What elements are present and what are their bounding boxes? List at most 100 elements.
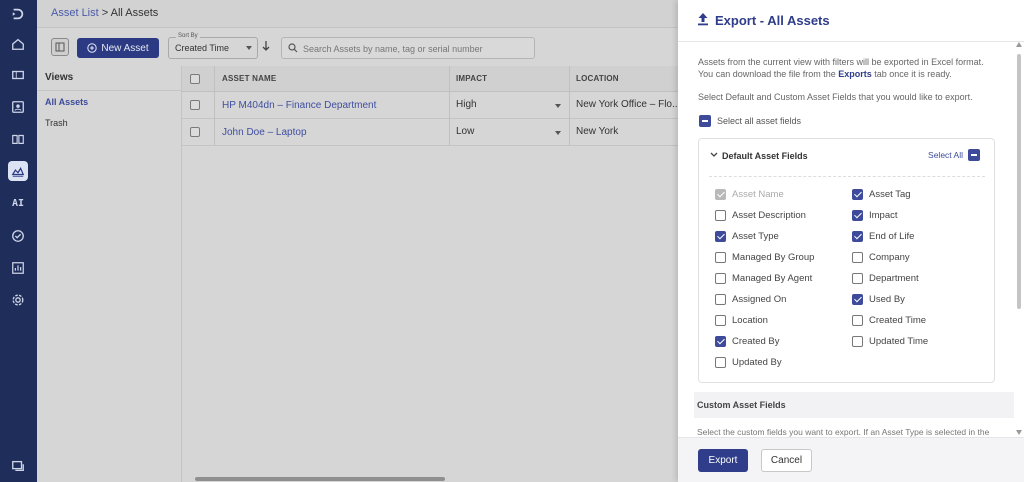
row-checkbox[interactable] <box>190 127 200 137</box>
ai-icon[interactable]: AI <box>8 193 28 213</box>
chevron-down-icon[interactable] <box>555 131 561 135</box>
field-managed-by-group[interactable]: Managed By Group <box>715 252 814 263</box>
field-asset-type[interactable]: Asset Type <box>715 231 779 242</box>
left-nav-rail: AI <box>0 0 37 482</box>
default-fields-title[interactable]: Default Asset Fields <box>722 151 808 161</box>
sort-by-value: Created Time <box>175 43 230 53</box>
drawer-body: Assets from the current view with filter… <box>678 42 1024 437</box>
field-checkbox[interactable] <box>852 336 863 347</box>
breadcrumb-current: All Assets <box>110 7 159 19</box>
horizontal-scrollbar[interactable] <box>185 476 675 482</box>
home-icon[interactable] <box>8 34 28 54</box>
select-all-rows-checkbox[interactable] <box>190 74 200 84</box>
view-item-all-assets[interactable]: All Assets <box>45 97 88 107</box>
field-checkbox[interactable] <box>715 315 726 326</box>
drawer-scrollbar[interactable] <box>1014 42 1024 437</box>
chat-icon[interactable] <box>8 456 28 476</box>
column-divider <box>449 92 450 119</box>
export-button[interactable]: Export <box>698 449 748 472</box>
row-checkbox[interactable] <box>190 100 200 110</box>
scroll-up-arrow-icon[interactable] <box>1016 42 1022 47</box>
field-checkbox[interactable] <box>715 336 726 347</box>
field-company[interactable]: Company <box>852 252 910 263</box>
location-value[interactable]: New York <box>576 126 618 137</box>
export-intro-text: Assets from the current view with filter… <box>698 56 998 80</box>
cancel-button[interactable]: Cancel <box>761 449 812 472</box>
contacts-icon[interactable] <box>8 97 28 117</box>
field-checkbox[interactable] <box>715 231 726 242</box>
exports-tab-link[interactable]: Exports <box>838 69 872 79</box>
field-used-by[interactable]: Used By <box>852 294 905 305</box>
default-fields-select-all[interactable]: Select All <box>928 149 980 161</box>
field-label: Asset Name <box>732 189 784 200</box>
tasks-check-icon[interactable] <box>8 226 28 246</box>
field-checkbox[interactable] <box>715 252 726 263</box>
field-checkbox[interactable] <box>852 273 863 284</box>
select-all-asset-fields[interactable]: Select all asset fields <box>699 115 801 127</box>
reports-icon[interactable] <box>8 258 28 278</box>
field-department[interactable]: Department <box>852 273 919 284</box>
field-checkbox[interactable] <box>715 357 726 368</box>
knowledge-book-icon[interactable] <box>8 129 28 149</box>
new-asset-button[interactable]: New Asset <box>77 38 159 58</box>
tickets-icon[interactable] <box>8 65 28 85</box>
search-input[interactable]: Search Assets by name, tag or serial num… <box>281 37 535 59</box>
field-updated-time[interactable]: Updated Time <box>852 336 928 347</box>
asset-name-link[interactable]: John Doe – Laptop <box>222 127 307 138</box>
table-row: John Doe – Laptop Low New York <box>182 119 678 146</box>
column-divider <box>214 66 215 92</box>
sort-by-select[interactable]: Sort By Created Time <box>168 33 258 59</box>
field-end-of-life[interactable]: End of Life <box>852 231 914 242</box>
field-checkbox[interactable] <box>852 189 863 200</box>
field-checkbox[interactable] <box>852 210 863 221</box>
chevron-down-icon[interactable] <box>555 104 561 108</box>
indeterminate-checkbox[interactable] <box>699 115 711 127</box>
field-label: Managed By Agent <box>732 273 813 284</box>
field-checkbox[interactable] <box>715 294 726 305</box>
scroll-down-arrow-icon[interactable] <box>1016 430 1022 435</box>
field-created-time[interactable]: Created Time <box>852 315 926 326</box>
field-managed-by-agent[interactable]: Managed By Agent <box>715 273 812 284</box>
chevron-down-icon[interactable] <box>710 152 718 158</box>
field-checkbox[interactable] <box>852 315 863 326</box>
settings-icon[interactable] <box>8 290 28 310</box>
impact-value[interactable]: Low <box>456 126 474 137</box>
field-asset-description[interactable]: Asset Description <box>715 210 806 221</box>
scrollbar-thumb[interactable] <box>195 477 445 481</box>
field-assigned-on[interactable]: Assigned On <box>715 294 786 305</box>
field-impact[interactable]: Impact <box>852 210 898 221</box>
field-asset-tag[interactable]: Asset Tag <box>852 189 911 200</box>
field-checkbox[interactable] <box>715 210 726 221</box>
toggle-views-panel-icon[interactable] <box>51 38 69 56</box>
location-value[interactable]: New York Office – Flo... <box>576 99 680 110</box>
impact-value[interactable]: High <box>456 99 477 110</box>
asset-name-link[interactable]: HP M404dn – Finance Department <box>222 100 376 111</box>
select-all-indeterminate-checkbox[interactable] <box>968 149 980 161</box>
breadcrumb-asset-list-link[interactable]: Asset List <box>51 7 99 19</box>
field-updated-by[interactable]: Updated By <box>715 357 782 368</box>
column-header-location[interactable]: LOCATION <box>576 74 619 83</box>
view-item-trash[interactable]: Trash <box>45 118 68 128</box>
upload-icon <box>698 13 708 26</box>
field-location[interactable]: Location <box>715 315 768 326</box>
toolbar: New Asset Sort By Created Time Search As… <box>37 30 678 66</box>
sort-direction-arrow-icon[interactable] <box>261 40 271 55</box>
field-label: Asset Tag <box>869 189 911 200</box>
scrollbar-thumb[interactable] <box>1017 54 1021 309</box>
custom-asset-fields-header[interactable]: Custom Asset Fields <box>694 392 1014 418</box>
field-label: Assigned On <box>732 294 787 305</box>
field-created-by[interactable]: Created By <box>715 336 780 347</box>
field-checkbox[interactable] <box>852 294 863 305</box>
column-header-impact[interactable]: IMPACT <box>456 74 487 83</box>
assets-icon[interactable] <box>8 161 28 181</box>
column-header-asset-name[interactable]: ASSET NAME <box>222 74 276 83</box>
field-label: Used By <box>869 294 905 305</box>
search-placeholder: Search Assets by name, tag or serial num… <box>303 44 483 54</box>
select-all-label: Select All <box>928 150 963 160</box>
field-checkbox[interactable] <box>852 231 863 242</box>
breadcrumb-separator: > <box>98 7 111 19</box>
field-checkbox[interactable] <box>852 252 863 263</box>
column-divider <box>449 66 450 92</box>
field-checkbox[interactable] <box>715 273 726 284</box>
logo-icon[interactable] <box>8 4 28 24</box>
